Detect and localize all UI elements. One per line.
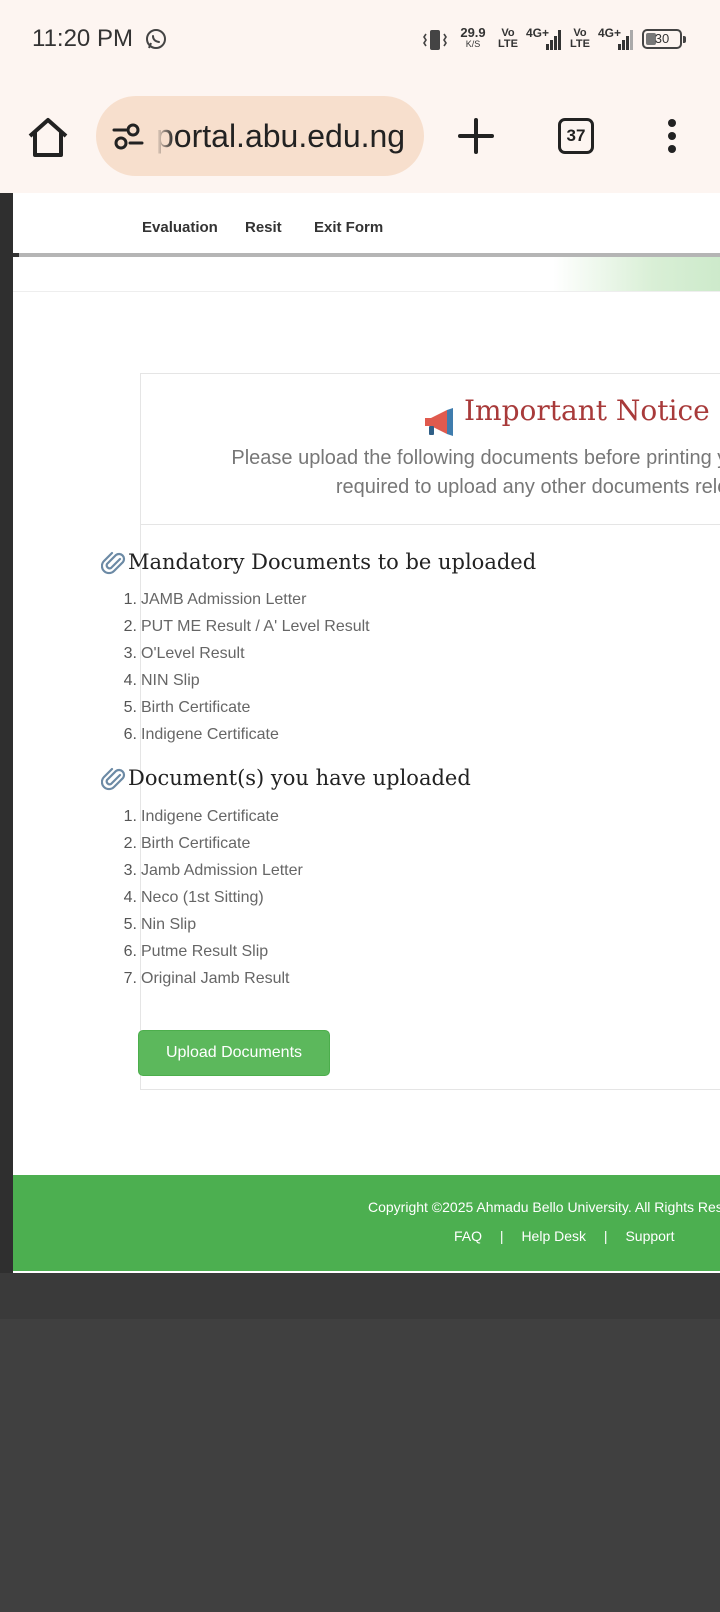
- browser-chrome: 11:20 PM 29.9 K/S Vo LTE 4G+ Vo LTE 4G+ …: [0, 0, 720, 193]
- sim2-signal-icon: 4G+: [598, 26, 634, 52]
- url-text[interactable]: portal.abu.edu.ng: [156, 116, 416, 156]
- banner-strip: [13, 257, 720, 292]
- paperclip-icon: [101, 767, 126, 791]
- sim1-volte: Vo LTE: [498, 27, 518, 50]
- list-item: 5. Birth Certificate: [123, 699, 251, 716]
- upload-documents-button[interactable]: Upload Documents: [138, 1030, 330, 1076]
- page-footer: Copyright ©2025 Ahmadu Bello University.…: [13, 1175, 720, 1271]
- web-page: Evaluation Resit Exit Form Important Not…: [13, 193, 720, 1273]
- footer-separator: |: [603, 1228, 608, 1244]
- nav-item-exit-form[interactable]: Exit Form: [314, 219, 383, 236]
- list-item: 4. Neco (1st Sitting): [123, 889, 264, 906]
- address-bar[interactable]: portal.abu.edu.ng: [96, 96, 424, 176]
- notice-text: Please upload the following documents be…: [141, 444, 720, 502]
- new-tab-icon[interactable]: [456, 116, 496, 156]
- footer-link-help-desk[interactable]: Help Desk: [521, 1228, 586, 1244]
- whatsapp-icon: [146, 29, 166, 49]
- list-item: 3. Jamb Admission Letter: [123, 862, 303, 879]
- list-item: 7. Original Jamb Result: [123, 970, 290, 987]
- copyright-text: Copyright ©2025 Ahmadu Bello University.…: [368, 1199, 720, 1215]
- uploaded-documents-list: 1. Indigene Certificate 2. Birth Certifica…: [113, 808, 303, 997]
- sim1-signal-icon: 4G+: [526, 26, 562, 52]
- list-item: 1. JAMB Admission Letter: [123, 591, 307, 608]
- top-nav: Evaluation Resit Exit Form: [13, 193, 720, 253]
- notice-title: Important Notice: [464, 394, 710, 427]
- home-icon[interactable]: [24, 114, 72, 162]
- list-item: 6. Indigene Certificate: [123, 726, 279, 743]
- status-time: 11:20 PM: [32, 25, 133, 52]
- list-item: 3. O'Level Result: [123, 645, 245, 662]
- notice-line-1: Please upload the following documents be…: [231, 447, 720, 469]
- vibrate-icon: [423, 30, 447, 50]
- page-edge: [0, 193, 13, 1273]
- list-item: 4. NIN Slip: [123, 672, 200, 689]
- browser-toolbar: portal.abu.edu.ng 37: [0, 92, 720, 182]
- mandatory-documents-title: Mandatory Documents to be uploaded: [128, 550, 537, 574]
- footer-separator: |: [499, 1228, 504, 1244]
- list-item: 5. Nin Slip: [123, 916, 197, 933]
- mandatory-documents-list: 1. JAMB Admission Letter 2. PUT ME Result …: [113, 591, 370, 753]
- footer-links: FAQ | Help Desk | Support: [454, 1228, 675, 1244]
- footer-link-support[interactable]: Support: [625, 1228, 674, 1244]
- sim2-volte: Vo LTE: [570, 27, 590, 50]
- uploaded-documents-title: Document(s) you have uploaded: [128, 766, 471, 790]
- megaphone-icon: [425, 408, 453, 436]
- paperclip-icon: [101, 551, 126, 575]
- footer-link-faq[interactable]: FAQ: [454, 1228, 482, 1244]
- list-item: 2. Birth Certificate: [123, 835, 251, 852]
- nav-item-evaluation[interactable]: Evaluation: [142, 219, 218, 236]
- battery-icon: 30: [642, 29, 686, 49]
- more-menu-icon[interactable]: [660, 116, 684, 156]
- page-bottom-shadow: [0, 1273, 720, 1319]
- network-speed: 29.9 K/S: [460, 25, 486, 49]
- status-bar: 11:20 PM 29.9 K/S Vo LTE 4G+ Vo LTE 4G+ …: [0, 0, 720, 82]
- list-item: 6. Putme Result Slip: [123, 943, 269, 960]
- list-item: 2. PUT ME Result / A' Level Result: [123, 618, 370, 635]
- list-item: 1. Indigene Certificate: [123, 808, 279, 825]
- site-settings-icon[interactable]: [112, 122, 144, 150]
- notice-header: Important Notice Please upload the follo…: [141, 374, 720, 525]
- nav-item-resit[interactable]: Resit: [245, 219, 282, 236]
- notice-line-2: required to upload any other documents r…: [335, 476, 720, 498]
- tab-switcher-button[interactable]: 37: [558, 118, 594, 154]
